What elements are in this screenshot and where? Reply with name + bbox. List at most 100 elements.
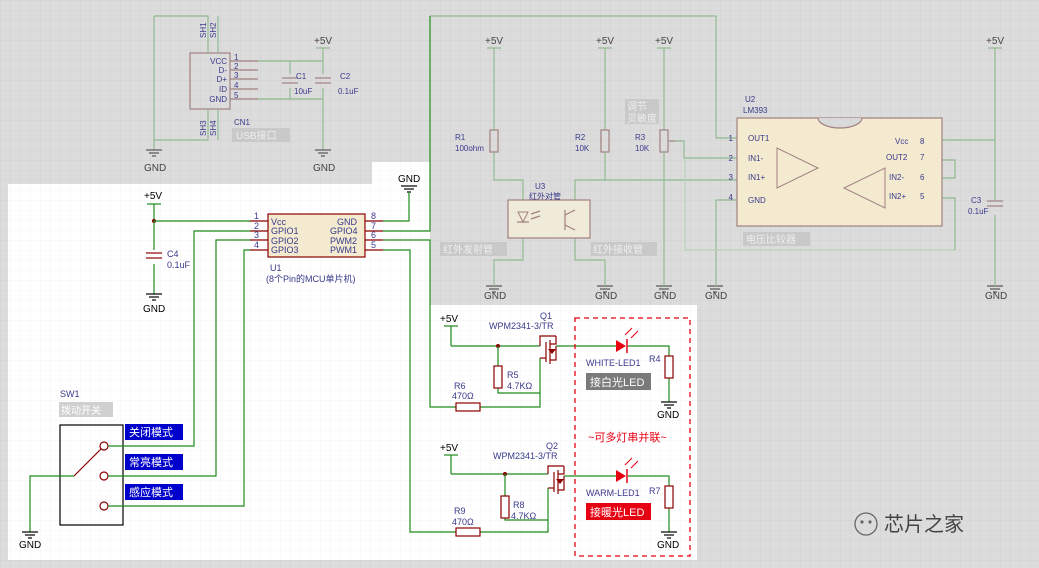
svg-text:GND: GND <box>313 163 335 174</box>
svg-text:Q2: Q2 <box>546 441 558 451</box>
c4-value: 0.1uF <box>167 260 191 270</box>
usb-pinnum-1: 1 <box>234 53 239 62</box>
svg-text:8: 8 <box>371 211 376 221</box>
u2-part: LM393 <box>743 106 768 115</box>
u2-ref: U2 <box>745 95 756 104</box>
svg-text:470Ω: 470Ω <box>452 517 474 527</box>
schematic-canvas: VCC D- D+ ID GND 1 2 3 4 5 SH1 SH2 SH3 S… <box>0 0 1039 568</box>
r3-ref: R3 <box>635 133 646 142</box>
u1-pin-gpio3: GPIO3 <box>271 245 299 255</box>
svg-text:4.7KΩ: 4.7KΩ <box>507 381 533 391</box>
svg-text:OUT1: OUT1 <box>748 134 770 143</box>
usb-pin-vcc: VCC <box>210 57 227 66</box>
svg-text:R8: R8 <box>513 500 525 510</box>
svg-text:IN2+: IN2+ <box>889 192 906 201</box>
svg-text:GND: GND <box>654 291 676 302</box>
svg-text:5: 5 <box>920 192 925 201</box>
watermark-text: 芯片之家 <box>884 513 964 536</box>
svg-text:Q1: Q1 <box>540 311 552 321</box>
usb-sh4: SH4 <box>209 120 218 136</box>
usb-pin-gnd: GND <box>209 95 227 104</box>
usb-sh3: SH3 <box>199 120 208 136</box>
svg-text:+5V: +5V <box>144 191 162 202</box>
svg-text:470Ω: 470Ω <box>452 391 474 401</box>
comparator-u2: U2 LM393 1 2 3 4 OUT1 IN1- IN1+ GND 8 7 … <box>729 95 943 246</box>
svg-text:+5V: +5V <box>986 36 1004 47</box>
svg-text:+5V: +5V <box>485 36 503 47</box>
svg-text:IN1-: IN1- <box>748 154 763 163</box>
svg-text:+5V: +5V <box>314 36 332 47</box>
r2-value: 10K <box>575 144 590 153</box>
svg-text:GND: GND <box>657 540 679 551</box>
usb-pinnum-3: 3 <box>234 71 239 80</box>
usb-pin-dm: D- <box>219 66 228 75</box>
r3-note-line2: 灵敏度 <box>627 112 657 125</box>
u2-desc: 电压比较器 <box>746 233 796 246</box>
svg-text:4: 4 <box>254 240 259 250</box>
usb-ref: CN1 <box>234 118 251 127</box>
svg-text:R5: R5 <box>507 370 519 380</box>
svg-text:GND: GND <box>985 291 1007 302</box>
usb-pin-dp: D+ <box>217 75 228 84</box>
svg-text:R7: R7 <box>649 486 661 496</box>
svg-text:GND: GND <box>144 163 166 174</box>
svg-text:OUT2: OUT2 <box>886 153 908 162</box>
svg-text:+5V: +5V <box>596 36 614 47</box>
svg-text:6: 6 <box>920 173 925 182</box>
svg-text:GND: GND <box>143 304 165 315</box>
sw1-desc: 拨动开关 <box>61 404 101 417</box>
svg-text:6: 6 <box>371 230 376 240</box>
svg-text:GND: GND <box>19 540 41 551</box>
u1-pin-gpio4: GPIO4 <box>330 226 358 236</box>
c2-ref: C2 <box>340 72 351 81</box>
white-led-label: 接白光LED <box>590 375 644 389</box>
svg-text:WPM2341-3/TR: WPM2341-3/TR <box>493 451 558 461</box>
svg-text:+5V: +5V <box>440 443 458 454</box>
svg-text:WPM2341-3/TR: WPM2341-3/TR <box>489 321 554 331</box>
svg-text:GND: GND <box>595 291 617 302</box>
c3-ref: C3 <box>971 196 982 205</box>
mode-off-label: 关闭模式 <box>129 425 173 439</box>
svg-text:8: 8 <box>920 137 925 146</box>
usb-pinnum-5: 5 <box>234 91 239 100</box>
warm-led-label: 接暖光LED <box>590 505 644 519</box>
r3-note-line1: 调节 <box>627 101 647 113</box>
usb-pinnum-2: 2 <box>234 62 239 71</box>
svg-text:R4: R4 <box>649 354 661 364</box>
usb-pinnum-4: 4 <box>234 81 239 90</box>
svg-text:GND: GND <box>705 291 727 302</box>
svg-text:3: 3 <box>729 173 734 182</box>
u3-ref: U3 <box>535 182 546 191</box>
svg-text:WHITE-LED1: WHITE-LED1 <box>586 358 641 368</box>
svg-text:+5V: +5V <box>440 314 458 325</box>
u1-ref: U1 <box>270 263 282 273</box>
u1-desc: (8个Pin的MCU单片机) <box>266 273 356 284</box>
r2-ref: R2 <box>575 133 586 142</box>
svg-text:GND: GND <box>484 291 506 302</box>
svg-text:7: 7 <box>920 153 925 162</box>
c1-ref: C1 <box>296 72 307 81</box>
svg-text:5: 5 <box>371 240 376 250</box>
svg-text:Vcc: Vcc <box>895 137 908 146</box>
svg-text:R6: R6 <box>454 381 466 391</box>
usb-sh1: SH1 <box>199 22 208 38</box>
svg-text:GND: GND <box>398 174 420 185</box>
u3-rx-label: 红外接收管 <box>593 243 643 256</box>
u1-pin-gpio1: GPIO1 <box>271 226 299 236</box>
u1-pin-pwm1: PWM1 <box>330 245 357 255</box>
u3-desc: 红外对管 <box>529 191 561 201</box>
usb-desc: USB接口 <box>236 129 277 142</box>
svg-text:GND: GND <box>657 410 679 421</box>
svg-text:GND: GND <box>748 196 766 205</box>
svg-text:2: 2 <box>729 154 734 163</box>
svg-text:1: 1 <box>254 211 259 221</box>
parallel-note: ~可多灯串并联~ <box>588 430 667 444</box>
c1-value: 10uF <box>294 87 312 96</box>
c4-ref: C4 <box>167 249 179 259</box>
svg-text:4.7KΩ: 4.7KΩ <box>511 511 537 521</box>
svg-text:WARM-LED1: WARM-LED1 <box>586 488 640 498</box>
svg-text:4: 4 <box>729 193 734 202</box>
svg-text:IN2-: IN2- <box>889 173 904 182</box>
usb-sh2: SH2 <box>209 22 218 38</box>
sw1-ref: SW1 <box>60 389 80 399</box>
